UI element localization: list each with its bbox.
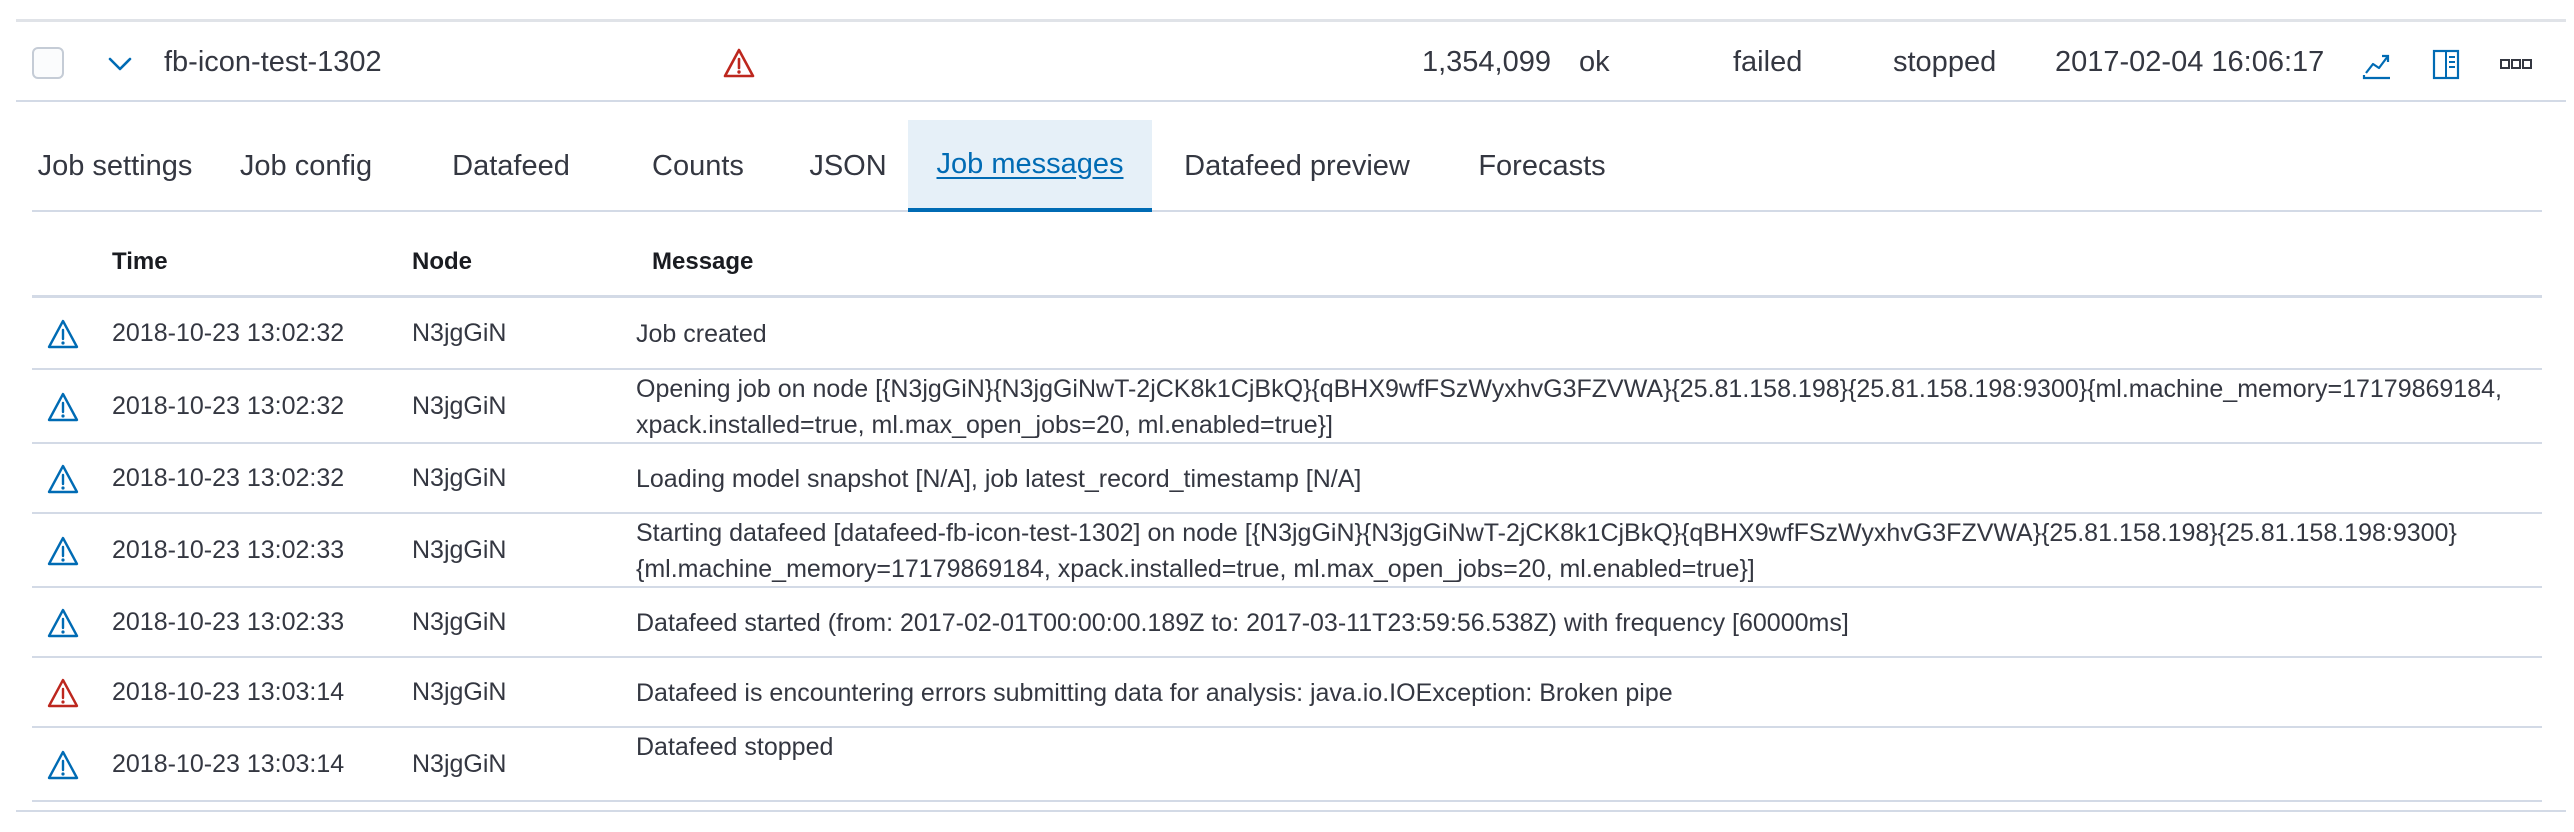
tab-counts[interactable]: Counts [608,120,788,212]
row-time: 2018-10-23 13:02:32 [112,319,345,347]
tab-datafeed-preview[interactable]: Datafeed preview [1152,120,1442,212]
job-messages-table: Time Node Message 2018-10-23 13:02:32 N3j… [32,226,2542,802]
row-select-checkbox[interactable] [32,47,64,79]
row-time: 2018-10-23 13:02:33 [112,536,345,564]
datafeed-state: stopped [1893,45,1997,78]
latest-timestamp: 2017-02-04 16:06:17 [2055,45,2325,78]
details-tabs: Job settings Job config Datafeed Counts … [32,120,2542,212]
table-row: 2018-10-23 13:03:14 N3jgGiN Datafeed is en… [32,658,2542,728]
info-triangle-icon [46,463,80,495]
row-time: 2018-10-23 13:03:14 [112,678,345,706]
chevron-down-icon[interactable] [102,46,138,82]
row-time: 2018-10-23 13:03:14 [112,750,345,778]
table-row: 2018-10-23 13:02:33 N3jgGiN Starting dataf… [32,514,2542,588]
job-state: failed [1733,45,1803,78]
row-message: Starting datafeed [datafeed-fb-icon-test… [636,519,2457,583]
warning-triangle-icon [722,46,756,80]
row-time: 2018-10-23 13:02:33 [112,608,345,636]
row-node: N3jgGiN [412,464,507,492]
info-triangle-icon [46,535,80,567]
table-row: 2018-10-23 13:02:33 N3jgGiN Datafeed start… [32,588,2542,658]
row-node: N3jgGiN [412,392,507,420]
info-triangle-icon [46,749,80,781]
memory-status: ok [1579,45,1610,78]
tab-datafeed[interactable]: Datafeed [414,120,608,212]
row-node: N3jgGiN [412,536,507,564]
row-node: N3jgGiN [412,678,507,706]
job-row[interactable]: fb-icon-test-1302 1,354,099 ok failed st… [16,22,2566,102]
row-message: Opening job on node [{N3jgGiN}{N3jgGiNwT… [636,375,2502,439]
row-message: Loading model snapshot [N/A], job latest… [636,465,1362,493]
column-header-message[interactable]: Message [652,226,753,298]
job-id: fb-icon-test-1302 [164,45,382,78]
job-details-panel: fb-icon-test-1302 1,354,099 ok failed st… [0,0,2574,832]
row-message: Datafeed is encountering errors submitti… [636,679,1673,707]
row-time: 2018-10-23 13:02:32 [112,392,345,420]
column-header-time[interactable]: Time [112,226,168,298]
table-row: 2018-10-23 13:02:32 N3jgGiN Loading model … [32,444,2542,514]
row-message: Datafeed stopped [636,733,834,761]
table-body: 2018-10-23 13:02:32 N3jgGiN Job created 201… [32,298,2542,802]
info-triangle-icon [46,318,80,350]
table-row: 2018-10-23 13:02:32 N3jgGiN Job created [32,298,2542,370]
tab-job-messages[interactable]: Job messages [908,120,1152,212]
column-header-node[interactable]: Node [412,226,472,298]
single-metric-viewer-icon[interactable] [2426,44,2466,84]
tab-forecasts[interactable]: Forecasts [1442,120,1642,212]
bottom-divider [16,810,2566,812]
tab-job-config[interactable]: Job config [198,120,414,212]
row-node: N3jgGiN [412,319,507,347]
info-triangle-icon [46,607,80,639]
row-message: Datafeed started (from: 2017-02-01T00:00… [636,609,1849,637]
row-time: 2018-10-23 13:02:32 [112,464,345,492]
more-actions-icon[interactable] [2496,44,2536,84]
table-row: 2018-10-23 13:03:14 N3jgGiN Datafeed stopp… [32,728,2542,802]
table-header: Time Node Message [32,226,2542,298]
row-node: N3jgGiN [412,608,507,636]
row-message: Job created [636,320,767,348]
info-triangle-icon [46,391,80,423]
anomaly-chart-icon[interactable] [2356,44,2396,84]
row-node: N3jgGiN [412,750,507,778]
table-row: 2018-10-23 13:02:32 N3jgGiN Opening job on… [32,370,2542,444]
tab-job-settings[interactable]: Job settings [32,120,198,212]
tab-json[interactable]: JSON [788,120,908,212]
processed-records: 1,354,099 [1421,45,1551,78]
error-triangle-icon [46,677,80,709]
